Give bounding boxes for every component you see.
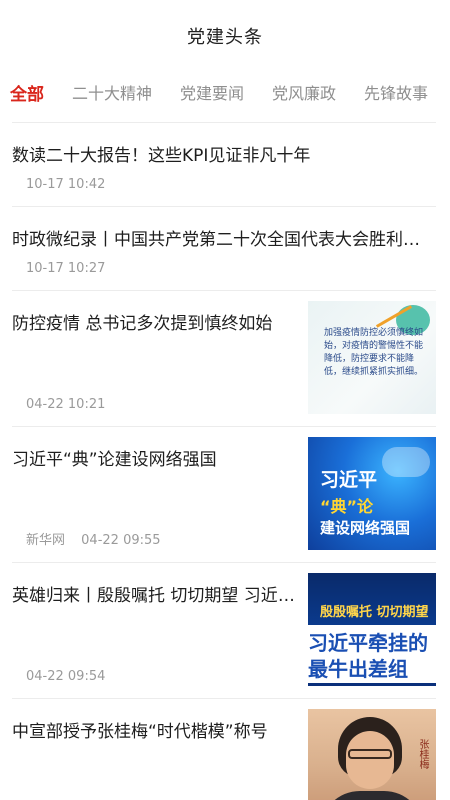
thumbnail-caption: 习近平 — [320, 469, 378, 491]
tab-integrity[interactable]: 党风廉政 — [272, 80, 336, 104]
news-meta: 新华网 04-22 09:55 — [26, 529, 161, 548]
news-time: 04-22 10:21 — [26, 397, 106, 412]
news-meta: 10-17 10:27 — [26, 261, 105, 276]
news-item[interactable]: 英雄归来丨殷殷嘱托 切切期望 习近平牵挂的最牛出差组 04-22 09:54 殷… — [12, 562, 436, 698]
portrait-body — [320, 791, 424, 800]
news-thumbnail[interactable]: 习近平 “典”论 建设网络强国 — [308, 437, 436, 550]
thumbnail-caption: 最牛出差组 — [308, 657, 408, 681]
news-time: 04-22 09:54 — [26, 669, 106, 684]
news-item[interactable]: 防控疫情 总书记多次提到慎终如始 04-22 10:21 加强疫情防控必须慎终如… — [12, 290, 436, 426]
news-item[interactable]: 数读二十大报告！这些KPI见证非凡十年 10-17 10:42 — [12, 122, 436, 206]
news-title: 中宣部授予张桂梅“时代楷模”称号 — [12, 722, 268, 742]
tab-pioneer-stories[interactable]: 先锋故事 — [364, 80, 428, 104]
news-title: 数读二十大报告！这些KPI见证非凡十年 — [12, 146, 311, 166]
news-title: 时政微纪录丨中国共产党第二十次全国代表大会胜利开幕 — [12, 230, 436, 250]
news-title: 习近平“典”论建设网络强国 — [12, 450, 217, 470]
tab-all[interactable]: 全部 — [10, 80, 44, 105]
tab-party-news[interactable]: 党建要闻 — [180, 80, 244, 104]
news-meta: 04-22 10:21 — [26, 397, 105, 412]
app-header: 党建头条 — [0, 0, 450, 72]
news-thumbnail[interactable]: 殷殷嘱托 切切期望 习近平牵挂的 最牛出差组 — [308, 573, 436, 686]
news-item[interactable]: 中宣部授予张桂梅“时代楷模”称号 张桂梅 — [12, 698, 436, 800]
news-meta: 10-17 10:42 — [26, 177, 105, 192]
news-title: 防控疫情 总书记多次提到慎终如始 — [12, 314, 273, 334]
news-feed: 数读二十大报告！这些KPI见证非凡十年 10-17 10:42 时政微纪录丨中国… — [0, 122, 450, 800]
thumbnail-caption: “典”论 — [320, 497, 374, 516]
thumbnail-caption: 建设网络强国 — [320, 519, 411, 537]
portrait-glasses — [348, 749, 392, 759]
news-time: 10-17 10:42 — [26, 177, 106, 192]
thumbnail-caption: 张桂梅 — [417, 739, 428, 769]
page-title: 党建头条 — [187, 27, 263, 48]
news-meta: 04-22 09:54 — [26, 669, 105, 684]
thumbnail-caption: 习近平牵挂的 — [308, 631, 428, 655]
news-time: 04-22 09:55 — [81, 533, 161, 548]
news-title: 英雄归来丨殷殷嘱托 切切期望 习近平牵挂的最牛出差组 — [12, 586, 297, 606]
category-tabs: 全部 二十大精神 党建要闻 党风廉政 先锋故事 — [0, 72, 450, 112]
news-item[interactable]: 习近平“典”论建设网络强国 新华网 04-22 09:55 习近平 “典”论 建… — [12, 426, 436, 562]
tab-20th-congress-spirit[interactable]: 二十大精神 — [72, 80, 152, 104]
portrait-face — [346, 731, 394, 789]
cloud-graphic — [382, 447, 430, 477]
news-time: 10-17 10:27 — [26, 261, 106, 276]
news-thumbnail[interactable]: 加强疫情防控必须慎终如始，对疫情的警惕性不能降低，防控要求不能降低，继续抓紧抓实… — [308, 301, 436, 414]
news-item[interactable]: 时政微纪录丨中国共产党第二十次全国代表大会胜利开幕 10-17 10:27 — [12, 206, 436, 290]
thumbnail-caption: 殷殷嘱托 切切期望 — [320, 605, 429, 620]
thumbnail-caption: 加强疫情防控必须慎终如始，对疫情的警惕性不能降低，防控要求不能降低，继续抓紧抓实… — [324, 328, 424, 377]
news-thumbnail[interactable]: 张桂梅 — [308, 709, 436, 800]
news-source: 新华网 — [26, 533, 66, 548]
